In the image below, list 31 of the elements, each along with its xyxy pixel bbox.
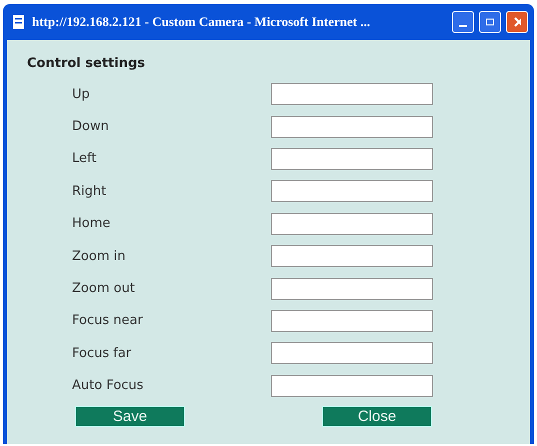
input-field[interactable] (271, 116, 433, 138)
input-field[interactable] (271, 212, 433, 235)
input-field[interactable] (271, 83, 433, 106)
field-label: Left (71, 151, 98, 166)
close-icon (513, 16, 521, 28)
input-field[interactable] (271, 148, 433, 170)
input-field[interactable] (271, 245, 433, 268)
input-field[interactable] (271, 342, 433, 364)
field-label: Focus near (71, 313, 144, 328)
field-label: Home (71, 216, 112, 232)
field-label: Right (71, 184, 108, 199)
page-icon (11, 14, 27, 30)
maximize-icon (486, 17, 494, 27)
field-label: Zoom in (71, 248, 126, 264)
input-field[interactable] (271, 374, 433, 397)
field-label: Up (71, 86, 91, 102)
field-label: Focus far (71, 346, 132, 361)
window-title: http://192.168.2.121 - Custom Camera - Microsoft Internet ... (32, 14, 372, 30)
section-heading: Control settings (27, 56, 146, 71)
field-label: Auto Focus (71, 378, 144, 394)
field-label: Down (71, 119, 110, 134)
minimize-icon (459, 25, 467, 27)
window-close-button[interactable] (506, 11, 528, 33)
close-button[interactable]: Close (322, 406, 432, 427)
input-field[interactable] (271, 180, 433, 202)
field-label: Zoom out (71, 281, 136, 296)
input-field[interactable] (271, 278, 433, 300)
maximize-button[interactable] (479, 11, 501, 33)
input-field[interactable] (271, 310, 433, 332)
minimize-button[interactable] (452, 11, 474, 33)
save-button[interactable]: Save (75, 406, 185, 427)
